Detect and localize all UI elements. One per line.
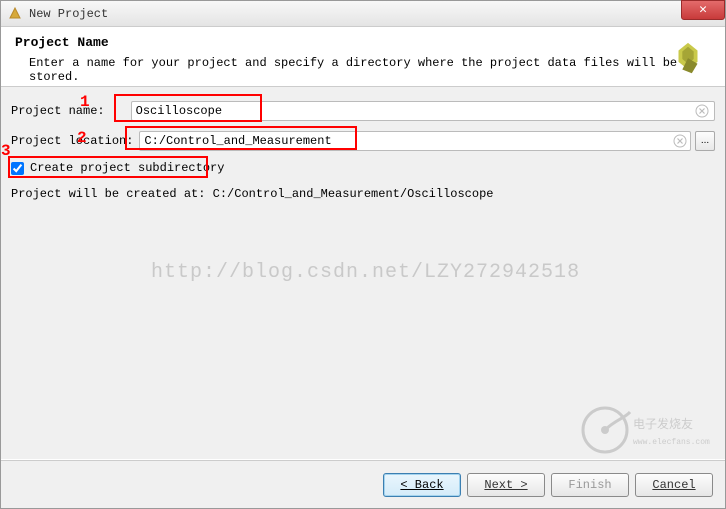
project-location-row: Project location: ... [11,131,715,151]
subdirectory-row: Create project subdirectory [11,161,715,175]
finish-button: Finish [551,473,629,497]
project-name-label: Project name: [11,104,105,118]
project-created-path: Project will be created at: C:/Control_a… [11,187,715,201]
cancel-button[interactable]: Cancel [635,473,713,497]
wizard-button-bar: < Back Next > Finish Cancel [1,460,725,508]
close-icon: ✕ [699,2,707,17]
browse-button[interactable]: ... [695,131,715,151]
form-area: Project name: Project location: ... Crea… [1,87,725,459]
next-button[interactable]: Next > [467,473,545,497]
project-location-label: Project location: [11,134,133,148]
titlebar: New Project ✕ [1,1,725,27]
app-icon [7,6,23,22]
window-title: New Project [29,7,108,21]
create-subdirectory-checkbox[interactable] [11,162,24,175]
project-name-row: Project name: [11,101,715,121]
project-name-input[interactable] [131,101,715,121]
back-button[interactable]: < Back [383,473,461,497]
vivado-logo-icon [669,41,707,79]
page-description: Enter a name for your project and specif… [15,56,711,84]
wizard-header: Project Name Enter a name for your proje… [1,27,725,87]
clear-icon[interactable] [695,104,709,118]
project-location-input[interactable] [139,131,691,151]
close-button[interactable]: ✕ [681,0,725,20]
clear-icon[interactable] [673,134,687,148]
page-title: Project Name [15,35,711,50]
create-subdirectory-label: Create project subdirectory [30,161,224,175]
